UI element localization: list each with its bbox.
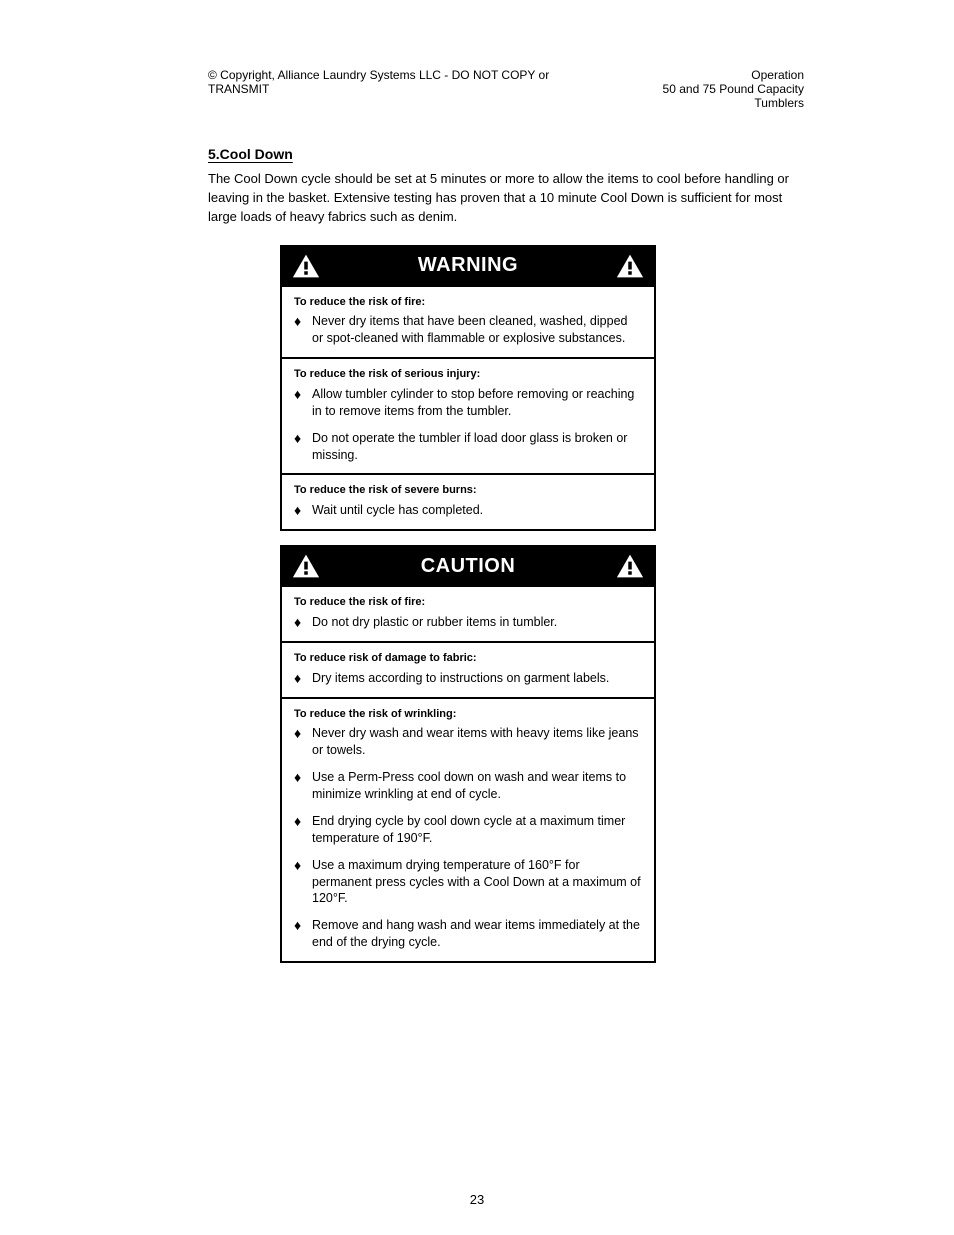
warning-header: WARNING xyxy=(282,247,654,285)
list-item: ♦ Do not operate the tumbler if load doo… xyxy=(294,430,642,464)
list-item-text: Use a maximum drying temperature of 160°… xyxy=(312,857,642,908)
header-left: © Copyright, Alliance Laundry Systems LL… xyxy=(208,68,611,96)
warning-subhead: To reduce the risk of fire: xyxy=(294,295,642,310)
lead-paragraph: The Cool Down cycle should be set at 5 m… xyxy=(208,170,804,227)
warning-cell: To reduce the risk of serious injury: ♦ … xyxy=(282,357,654,473)
diamond-bullet-icon: ♦ xyxy=(294,670,312,687)
list-item-text: Allow tumbler cylinder to stop before re… xyxy=(312,386,642,420)
warning-subhead: To reduce the risk of severe burns: xyxy=(294,483,642,498)
list-item-text: Dry items according to instructions on g… xyxy=(312,670,642,687)
diamond-bullet-icon: ♦ xyxy=(294,857,312,908)
list-item-text: Remove and hang wash and wear items imme… xyxy=(312,917,642,951)
diamond-bullet-icon: ♦ xyxy=(294,313,312,347)
list-item-text: End drying cycle by cool down cycle at a… xyxy=(312,813,642,847)
caution-subhead: To reduce the risk of fire: xyxy=(294,595,642,610)
diamond-bullet-icon: ♦ xyxy=(294,813,312,847)
warning-subhead: To reduce the risk of serious injury: xyxy=(294,367,642,382)
list-item: ♦ Dry items according to instructions on… xyxy=(294,670,642,687)
page-number: 23 xyxy=(0,1192,954,1207)
list-item-text: Do not operate the tumbler if load door … xyxy=(312,430,642,464)
caution-cell: To reduce the risk of fire: ♦ Do not dry… xyxy=(282,585,654,641)
diamond-bullet-icon: ♦ xyxy=(294,725,312,759)
list-item: ♦ Wait until cycle has completed. xyxy=(294,502,642,519)
list-item: ♦ End drying cycle by cool down cycle at… xyxy=(294,813,642,847)
caution-subhead: To reduce the risk of wrinkling: xyxy=(294,707,642,722)
header-right-2: 50 and 75 Pound Capacity Tumblers xyxy=(611,82,804,110)
diamond-bullet-icon: ♦ xyxy=(294,430,312,464)
warning-cell: To reduce the risk of fire: ♦ Never dry … xyxy=(282,285,654,358)
warning-icon xyxy=(616,553,644,579)
caution-cell: To reduce risk of damage to fabric: ♦ Dr… xyxy=(282,641,654,697)
caution-header: CAUTION xyxy=(282,547,654,585)
diamond-bullet-icon: ♦ xyxy=(294,502,312,519)
warning-icon xyxy=(292,253,320,279)
list-item-text: Never dry items that have been cleaned, … xyxy=(312,313,642,347)
list-item: ♦ Do not dry plastic or rubber items in … xyxy=(294,614,642,631)
warning-cell: To reduce the risk of severe burns: ♦ Wa… xyxy=(282,473,654,529)
warning-icon xyxy=(616,253,644,279)
caution-label: CAUTION xyxy=(320,555,616,578)
list-item-text: Use a Perm-Press cool down on wash and w… xyxy=(312,769,642,803)
caution-cell: To reduce the risk of wrinkling: ♦ Never… xyxy=(282,697,654,961)
list-item: ♦ Remove and hang wash and wear items im… xyxy=(294,917,642,951)
section-title: 5.Cool Down xyxy=(208,146,804,162)
diamond-bullet-icon: ♦ xyxy=(294,614,312,631)
list-item-text: Wait until cycle has completed. xyxy=(312,502,642,519)
diamond-bullet-icon: ♦ xyxy=(294,917,312,951)
warning-label: WARNING xyxy=(320,254,616,277)
list-item: ♦ Never dry items that have been cleaned… xyxy=(294,313,642,347)
list-item: ♦ Use a Perm-Press cool down on wash and… xyxy=(294,769,642,803)
page-header: © Copyright, Alliance Laundry Systems LL… xyxy=(208,68,804,110)
warning-icon xyxy=(292,553,320,579)
list-item: ♦ Allow tumbler cylinder to stop before … xyxy=(294,386,642,420)
caution-subhead: To reduce risk of damage to fabric: xyxy=(294,651,642,666)
caution-box: CAUTION To reduce the risk of fire: ♦ Do… xyxy=(280,545,656,963)
list-item: ♦ Use a maximum drying temperature of 16… xyxy=(294,857,642,908)
header-right-1: Operation xyxy=(611,68,804,82)
list-item-text: Do not dry plastic or rubber items in tu… xyxy=(312,614,642,631)
list-item-text: Never dry wash and wear items with heavy… xyxy=(312,725,642,759)
diamond-bullet-icon: ♦ xyxy=(294,769,312,803)
list-item: ♦ Never dry wash and wear items with hea… xyxy=(294,725,642,759)
diamond-bullet-icon: ♦ xyxy=(294,386,312,420)
warning-box: WARNING To reduce the risk of fire: ♦ Ne… xyxy=(280,245,656,532)
